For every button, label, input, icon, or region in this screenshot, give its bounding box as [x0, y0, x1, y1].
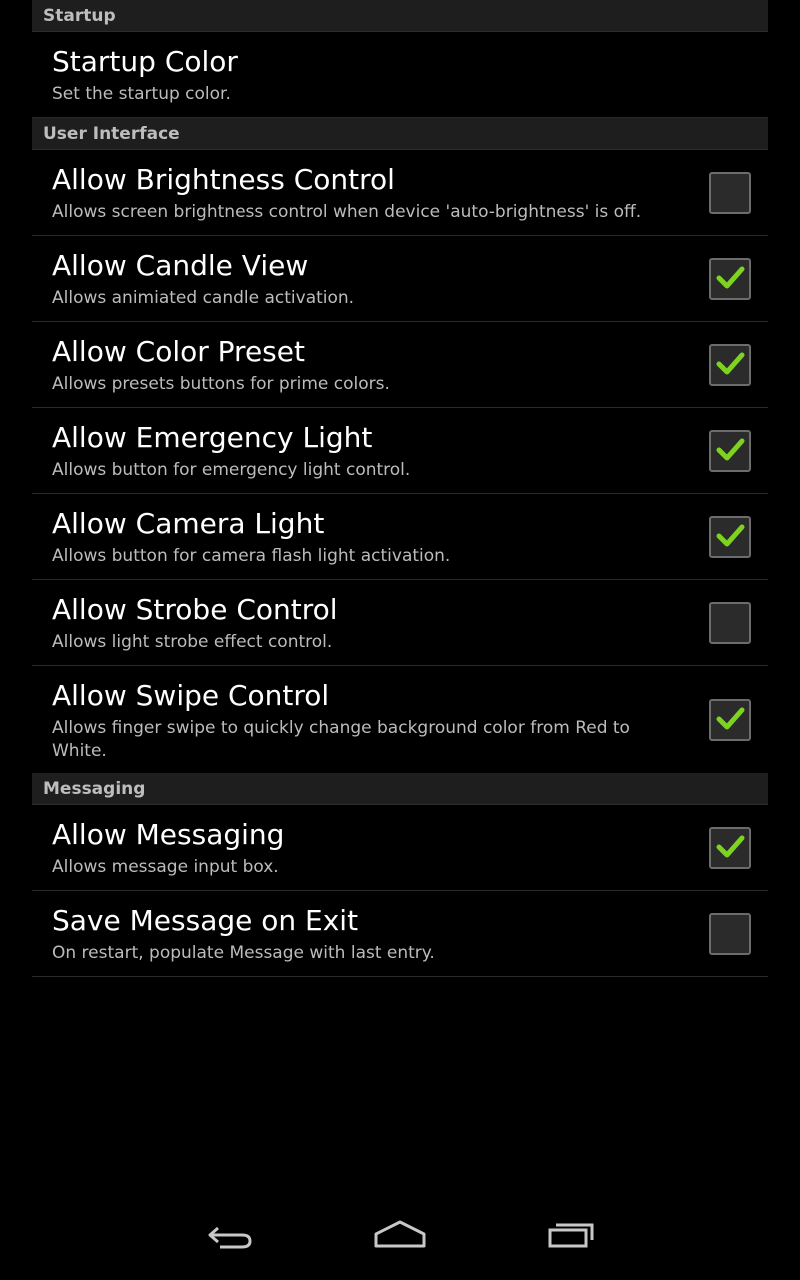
- checkmark-icon: [716, 707, 745, 729]
- pref-summary: Allows animiated candle activation.: [52, 288, 355, 308]
- pref-summary: Allows presets buttons for prime colors.: [52, 374, 390, 394]
- emergency-light-checkbox[interactable]: [709, 429, 751, 472]
- navigation-bar: [0, 1184, 800, 1280]
- pref-allow-brightness-control[interactable]: Allow Brightness Control Allows screen b…: [32, 150, 768, 236]
- pref-allow-camera-light[interactable]: Allow Camera Light Allows button for cam…: [32, 494, 768, 580]
- section-header-label: Messaging: [43, 778, 146, 799]
- pref-title: Allow Swipe Control: [52, 679, 330, 712]
- pref-summary: On restart, populate Message with last e…: [52, 943, 435, 963]
- pref-title: Allow Color Preset: [52, 335, 305, 368]
- pref-summary: Allows button for camera flash light act…: [52, 546, 451, 566]
- pref-allow-swipe-control[interactable]: Allow Swipe Control Allows finger swipe …: [32, 666, 768, 773]
- section-header-user-interface: User Interface: [32, 118, 768, 150]
- pref-title: Allow Brightness Control: [52, 163, 395, 196]
- section-header-label: User Interface: [43, 123, 180, 144]
- color-preset-checkbox[interactable]: [709, 343, 751, 386]
- back-button[interactable]: [190, 1208, 270, 1264]
- save-message-checkbox[interactable]: [709, 912, 751, 955]
- pref-allow-strobe-control[interactable]: Allow Strobe Control Allows light strobe…: [32, 580, 768, 666]
- pref-title: Allow Messaging: [52, 818, 285, 851]
- settings-screen: Startup Startup Color Set the startup co…: [0, 0, 800, 1280]
- pref-title: Allow Candle View: [52, 249, 309, 282]
- section-header-startup: Startup: [32, 0, 768, 32]
- preferences-list: Startup Startup Color Set the startup co…: [32, 0, 768, 977]
- strobe-control-checkbox[interactable]: [709, 601, 751, 644]
- pref-allow-color-preset[interactable]: Allow Color Preset Allows presets button…: [32, 322, 768, 408]
- swipe-control-checkbox[interactable]: [709, 698, 751, 741]
- pref-summary: Allows light strobe effect control.: [52, 632, 333, 652]
- section-header-messaging: Messaging: [32, 773, 768, 805]
- pref-summary: Allows message input box.: [52, 857, 279, 877]
- pref-summary: Allows button for emergency light contro…: [52, 460, 411, 480]
- pref-title: Startup Color: [52, 45, 238, 78]
- pref-allow-candle-view[interactable]: Allow Candle View Allows animiated candl…: [32, 236, 768, 322]
- pref-save-message-on-exit[interactable]: Save Message on Exit On restart, populat…: [32, 891, 768, 977]
- checkmark-icon: [716, 266, 745, 288]
- recents-icon: [548, 1223, 594, 1248]
- pref-summary: Set the startup color.: [52, 84, 231, 104]
- pref-summary: Allows finger swipe to quickly change ba…: [52, 718, 630, 761]
- pref-startup-color[interactable]: Startup Color Set the startup color.: [32, 32, 768, 118]
- back-icon: [208, 1226, 252, 1249]
- home-button[interactable]: [360, 1208, 440, 1264]
- pref-title: Save Message on Exit: [52, 904, 359, 937]
- section-header-label: Startup: [43, 5, 116, 26]
- checkmark-icon: [716, 524, 745, 546]
- messaging-checkbox[interactable]: [709, 826, 751, 869]
- pref-title: Allow Strobe Control: [52, 593, 338, 626]
- pref-title: Allow Emergency Light: [52, 421, 373, 454]
- brightness-control-checkbox[interactable]: [709, 171, 751, 214]
- checkmark-icon: [716, 438, 745, 460]
- recents-button[interactable]: [530, 1208, 610, 1264]
- checkmark-icon: [716, 835, 745, 857]
- camera-light-checkbox[interactable]: [709, 515, 751, 558]
- home-icon: [374, 1220, 426, 1248]
- pref-summary: Allows screen brightness control when de…: [52, 202, 642, 222]
- candle-view-checkbox[interactable]: [709, 257, 751, 300]
- pref-title: Allow Camera Light: [52, 507, 325, 540]
- pref-allow-emergency-light[interactable]: Allow Emergency Light Allows button for …: [32, 408, 768, 494]
- pref-allow-messaging[interactable]: Allow Messaging Allows message input box…: [32, 805, 768, 891]
- checkmark-icon: [716, 352, 745, 374]
